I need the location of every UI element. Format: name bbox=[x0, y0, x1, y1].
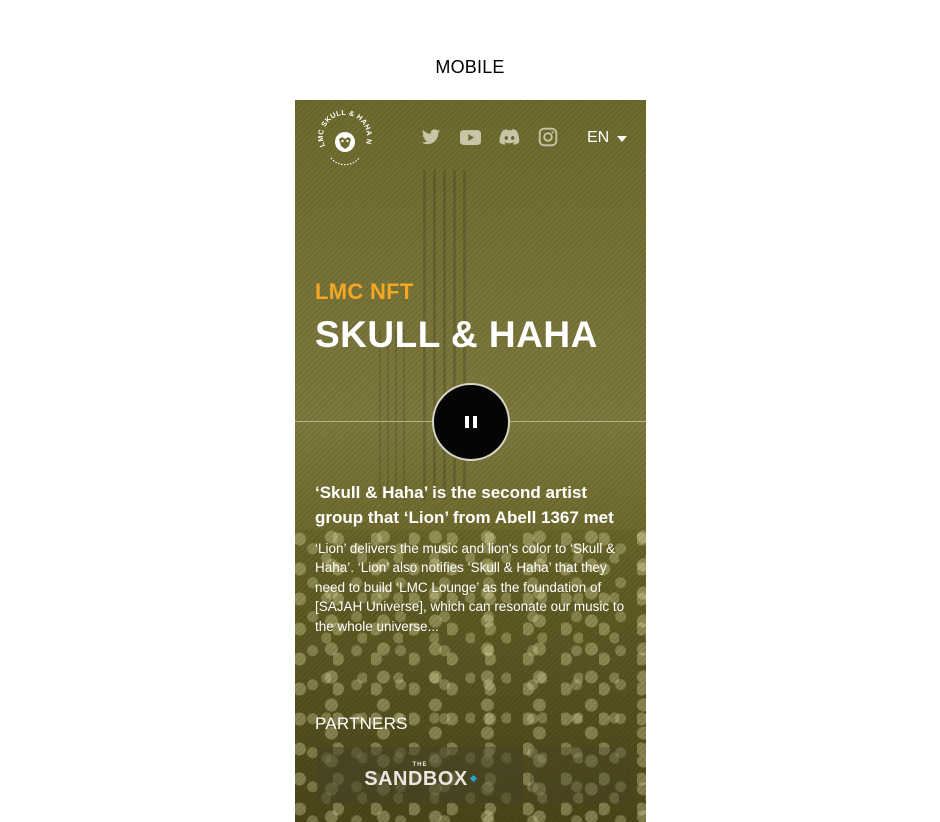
hero-eyebrow: LMC NFT bbox=[315, 279, 414, 304]
partners-heading: PARTNERS bbox=[315, 714, 408, 733]
language-label: EN bbox=[587, 129, 610, 146]
partner-card-sandbox[interactable]: THE SANDBOX bbox=[317, 747, 523, 803]
language-selector[interactable]: EN bbox=[587, 129, 628, 147]
partner-card-placeholder bbox=[530, 747, 630, 803]
brand-logo[interactable]: LMC SKULL & HAHA NFT bbox=[313, 106, 377, 170]
diamond-icon bbox=[469, 774, 477, 783]
hero-title: SKULL & HAHA bbox=[315, 314, 598, 355]
youtube-icon[interactable] bbox=[459, 126, 481, 148]
twitter-icon[interactable] bbox=[420, 126, 442, 148]
pause-icon bbox=[465, 416, 477, 428]
pause-button[interactable] bbox=[432, 383, 510, 461]
page-caption: MOBILE bbox=[435, 57, 505, 77]
mobile-preview: LMC SKULL & HAHA NFT EN LMC NFT bbox=[295, 100, 646, 822]
story-body: ‘Lion’ delivers the music and lion's col… bbox=[315, 541, 625, 634]
sandbox-logo: THE SANDBOX bbox=[364, 761, 477, 790]
instagram-icon[interactable] bbox=[537, 126, 559, 148]
discord-icon[interactable] bbox=[498, 126, 520, 148]
story-subhead: ‘Skull & Haha’ is the second artist grou… bbox=[315, 483, 614, 527]
sandbox-logo-prefix: THE bbox=[412, 761, 428, 768]
caret-down-icon bbox=[617, 136, 628, 142]
sandbox-logo-name: SANDBOX bbox=[364, 767, 468, 790]
